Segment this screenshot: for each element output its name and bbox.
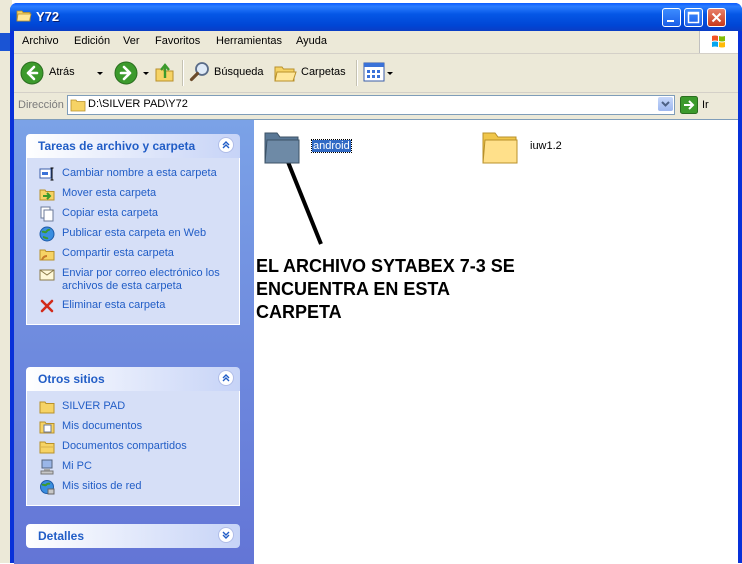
menu-ayuda[interactable]: Ayuda (296, 35, 327, 47)
go-button[interactable]: Ir (680, 95, 736, 115)
shared-folder-icon (39, 441, 55, 454)
documents-icon (39, 421, 55, 434)
other-places-panel: Otros sitios SILVER PAD Mis documentos D… (26, 367, 240, 506)
collapse-button[interactable] (218, 137, 234, 153)
place-my-pc[interactable]: Mi PC (27, 457, 239, 477)
other-places-header[interactable]: Otros sitios (26, 367, 240, 391)
rename-icon (39, 167, 54, 181)
toolbar-separator (182, 60, 184, 86)
back-dropdown[interactable] (94, 60, 106, 86)
globe-icon (39, 226, 55, 242)
views-button[interactable] (362, 60, 398, 86)
menu-ver[interactable]: Ver (123, 35, 140, 47)
explorer-window: Y72 Archivo Edición Ver Favoritos Herram… (10, 3, 742, 564)
title-bar[interactable]: Y72 (10, 3, 742, 31)
folder-icon (482, 132, 518, 164)
address-bar: Dirección D:\SILVER PAD\Y72 Ir (14, 94, 738, 116)
go-arrow-icon (680, 96, 698, 114)
address-dropdown[interactable] (658, 97, 673, 111)
annotation-text: EL ARCHIVO SYTABEX 7-3 SE ENCUENTRA EN E… (256, 256, 515, 322)
forward-button[interactable] (114, 60, 138, 86)
details-header[interactable]: Detalles (26, 524, 240, 548)
address-label: Dirección (18, 99, 64, 111)
place-my-documents[interactable]: Mis documentos (27, 417, 239, 437)
menu-favoritos[interactable]: Favoritos (155, 35, 200, 47)
close-button[interactable] (707, 8, 726, 27)
standard-toolbar: Atrás Búsqueda Carpetas (14, 54, 738, 93)
folder-icon (264, 132, 300, 164)
search-icon (189, 62, 209, 82)
file-tasks-title: Tareas de archivo y carpeta (38, 139, 196, 153)
task-delete[interactable]: Eliminar esta carpeta (27, 296, 239, 316)
folder-icon (39, 401, 55, 414)
folders-button[interactable]: Carpetas (273, 60, 349, 86)
search-button[interactable]: Búsqueda (189, 60, 269, 86)
folder-icon (70, 99, 86, 112)
address-input[interactable]: D:\SILVER PAD\Y72 (67, 95, 675, 115)
other-places-title: Otros sitios (38, 372, 105, 386)
up-folder-button[interactable] (154, 60, 176, 86)
task-share[interactable]: Compartir esta carpeta (27, 244, 239, 264)
minimize-button[interactable] (662, 8, 681, 27)
details-title: Detalles (38, 529, 85, 543)
chevron-up-icon (222, 374, 230, 382)
menu-edicion[interactable]: Edición (74, 35, 110, 47)
file-tasks-list: Cambiar nombre a esta carpeta Mover esta… (26, 158, 240, 325)
expand-button[interactable] (218, 527, 234, 543)
move-folder-icon (39, 189, 55, 201)
place-shared-documents[interactable]: Documentos compartidos (27, 437, 239, 457)
maximize-button[interactable] (684, 8, 703, 27)
forward-dropdown[interactable] (140, 60, 152, 86)
chevron-down-icon (222, 531, 230, 539)
file-item-android[interactable]: android (262, 128, 362, 168)
task-copy[interactable]: Copiar esta carpeta (27, 204, 239, 224)
other-places-list: SILVER PAD Mis documentos Documentos com… (26, 391, 240, 506)
copy-icon (40, 206, 54, 222)
computer-icon (40, 459, 54, 475)
email-icon (39, 269, 55, 281)
window-border (738, 31, 742, 563)
details-panel: Detalles (26, 524, 240, 548)
place-network[interactable]: Mis sitios de red (27, 477, 239, 497)
menu-archivo[interactable]: Archivo (22, 35, 59, 47)
toolbar-separator (356, 60, 358, 86)
task-rename[interactable]: Cambiar nombre a esta carpeta (27, 164, 239, 184)
chevron-down-icon (661, 101, 670, 107)
task-email[interactable]: Enviar por correo electrónico los archiv… (27, 264, 239, 296)
chevron-up-icon (222, 141, 230, 149)
back-button[interactable]: Atrás (20, 60, 94, 86)
file-name: iuw1.2 (530, 140, 562, 152)
collapse-button[interactable] (218, 370, 234, 386)
place-silver-pad[interactable]: SILVER PAD (27, 397, 239, 417)
task-pane: Tareas de archivo y carpeta Cambiar nomb… (14, 120, 254, 564)
address-path: D:\SILVER PAD\Y72 (88, 98, 188, 110)
up-folder-icon (155, 63, 174, 82)
content-area: Tareas de archivo y carpeta Cambiar nomb… (14, 119, 738, 564)
network-icon (40, 480, 55, 495)
back-arrow-icon (20, 61, 44, 85)
menu-herramientas[interactable]: Herramientas (216, 35, 282, 47)
share-folder-icon (39, 249, 55, 261)
delete-icon (40, 299, 54, 313)
task-move[interactable]: Mover esta carpeta (27, 184, 239, 204)
file-tasks-panel: Tareas de archivo y carpeta Cambiar nomb… (26, 134, 240, 325)
file-list-view: android iuw1.2 EL ARCHIVO SYTABEX 7-3 SE… (254, 120, 738, 564)
views-icon (363, 62, 393, 82)
file-item-iuw[interactable]: iuw1.2 (480, 128, 580, 168)
window-frame: Archivo Edición Ver Favoritos Herramient… (14, 31, 738, 564)
window-title: Y72 (36, 9, 60, 24)
file-name: android (311, 139, 352, 153)
menu-bar: Archivo Edición Ver Favoritos Herramient… (14, 31, 738, 54)
folders-icon (274, 66, 297, 82)
task-publish-web[interactable]: Publicar esta carpeta en Web (27, 224, 239, 244)
file-tasks-header[interactable]: Tareas de archivo y carpeta (26, 134, 240, 158)
windows-logo (699, 31, 738, 53)
forward-arrow-icon (114, 61, 138, 85)
folder-open-icon (16, 10, 32, 22)
